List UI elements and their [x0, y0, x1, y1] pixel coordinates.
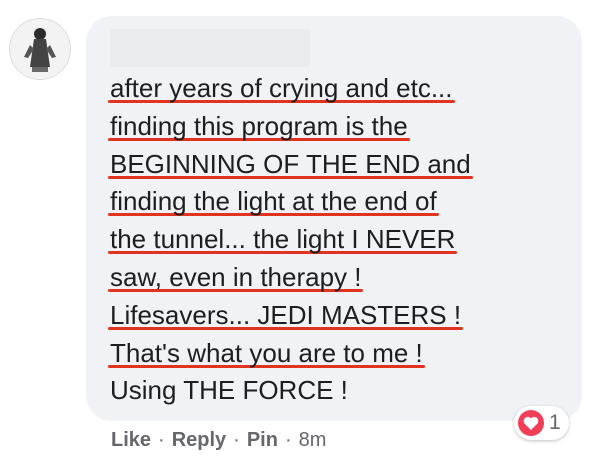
- timestamp[interactable]: 8m: [299, 429, 327, 452]
- comment-line-text: finding the light at the end of: [110, 186, 437, 217]
- comment-line-text: Lifesavers... JEDI MASTERS !: [110, 299, 462, 330]
- comment-line-text: finding this program is the: [110, 110, 408, 141]
- reaction-count: 1: [549, 411, 561, 434]
- comment-line: the tunnel... the light I NEVER: [108, 221, 580, 259]
- reaction-badge[interactable]: 1: [514, 406, 569, 440]
- separator: ·: [284, 428, 292, 451]
- like-button[interactable]: Like: [111, 429, 151, 452]
- avatar[interactable]: [9, 18, 71, 80]
- comment-line: finding the light at the end of: [108, 183, 580, 221]
- comment-line-text: saw, even in therapy !: [110, 261, 362, 292]
- comment-line: after years of crying and etc...: [108, 70, 580, 108]
- separator: ·: [233, 428, 240, 451]
- comment-line: saw, even in therapy !: [108, 259, 580, 297]
- avatar-image: [10, 19, 70, 79]
- comment-line: Lifesavers... JEDI MASTERS !: [108, 297, 580, 335]
- comment-line: finding this program is the: [108, 108, 580, 146]
- comment-actions: Like · Reply · Pin · 8m: [111, 425, 326, 455]
- heart-icon: [518, 410, 544, 436]
- comment-line-text: the tunnel... the light I NEVER: [110, 224, 456, 255]
- comment-line: BEGINNING OF THE END and: [108, 146, 580, 184]
- separator: ·: [158, 428, 165, 451]
- comment-line-text: That's what you are to me !: [110, 337, 423, 368]
- comment-text: after years of crying and etc... finding …: [108, 70, 580, 410]
- comment-line: That's what you are to me !: [108, 335, 580, 373]
- reply-button[interactable]: Reply: [172, 429, 226, 452]
- comment-line-text: after years of crying and etc...: [110, 73, 453, 103]
- pin-button[interactable]: Pin: [247, 429, 278, 452]
- comment-line-text: BEGINNING OF THE END and: [110, 148, 471, 179]
- comment-line-text: Using THE FORCE !: [110, 375, 348, 406]
- author-name-redacted[interactable]: [110, 29, 310, 67]
- comment-line: Using THE FORCE !: [110, 372, 580, 410]
